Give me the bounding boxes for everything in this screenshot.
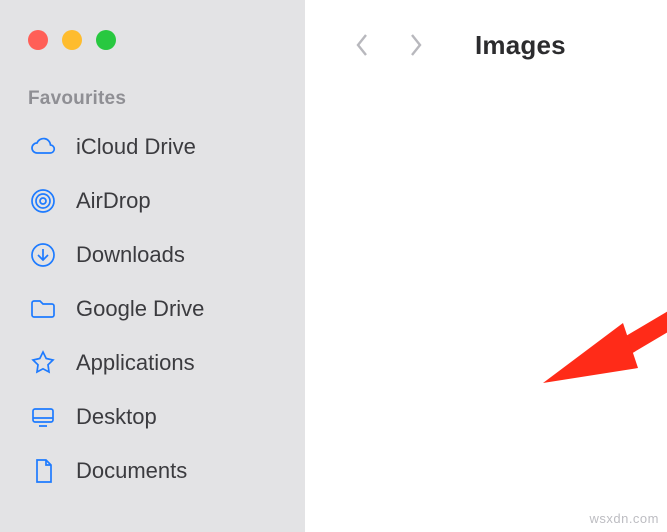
sidebar-item-desktop[interactable]: Desktop: [0, 390, 305, 444]
minimize-window-button[interactable]: [62, 30, 82, 50]
chevron-left-icon: [352, 31, 372, 59]
airdrop-icon: [28, 186, 58, 216]
folder-icon: [28, 294, 58, 324]
window-controls: [0, 24, 305, 50]
sidebar-item-label: Downloads: [76, 242, 185, 268]
content-area: Images wsxdn.com: [305, 0, 667, 532]
sidebar-item-applications[interactable]: Applications: [0, 336, 305, 390]
close-window-button[interactable]: [28, 30, 48, 50]
folder-title: Images: [475, 30, 566, 61]
maximize-window-button[interactable]: [96, 30, 116, 50]
sidebar-item-downloads[interactable]: Downloads: [0, 228, 305, 282]
desktop-icon: [28, 402, 58, 432]
sidebar-item-google-drive[interactable]: Google Drive: [0, 282, 305, 336]
annotation-arrow: [543, 208, 667, 398]
finder-window: Favourites iCloud Drive AirDrop Download…: [0, 0, 667, 532]
sidebar-item-label: iCloud Drive: [76, 134, 196, 160]
document-icon: [28, 456, 58, 486]
sidebar-item-label: Applications: [76, 350, 195, 376]
sidebar-item-airdrop[interactable]: AirDrop: [0, 174, 305, 228]
back-button[interactable]: [345, 28, 379, 62]
cloud-icon: [28, 132, 58, 162]
applications-icon: [28, 348, 58, 378]
sidebar-item-documents[interactable]: Documents: [0, 444, 305, 498]
sidebar: Favourites iCloud Drive AirDrop Download…: [0, 0, 305, 532]
sidebar-item-label: Google Drive: [76, 296, 204, 322]
toolbar: Images: [305, 28, 667, 62]
watermark: wsxdn.com: [589, 511, 659, 526]
download-icon: [28, 240, 58, 270]
sidebar-item-label: Documents: [76, 458, 187, 484]
sidebar-item-label: AirDrop: [76, 188, 151, 214]
chevron-right-icon: [406, 31, 426, 59]
forward-button[interactable]: [399, 28, 433, 62]
sidebar-item-icloud-drive[interactable]: iCloud Drive: [0, 120, 305, 174]
sidebar-section-favourites: Favourites: [0, 88, 305, 120]
sidebar-item-label: Desktop: [76, 404, 157, 430]
